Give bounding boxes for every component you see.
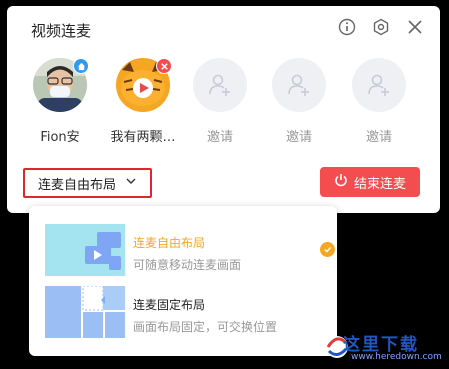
avatar [33, 58, 89, 112]
avatar [116, 58, 172, 112]
layout-dropdown: 连麦自由布局 可随意移动连麦画面 连麦固定布局 画面布局固定，可交换位置 [29, 206, 337, 356]
option-free-layout[interactable]: 连麦自由布局 可随意移动连麦画面 [45, 224, 335, 276]
remove-icon[interactable] [156, 58, 172, 74]
option-desc: 可随意移动连麦画面 [133, 258, 242, 272]
close-icon[interactable] [406, 18, 424, 36]
invite-label: 邀请 [365, 130, 392, 145]
check-icon [320, 242, 335, 257]
watermark-url: www.heredown.com [351, 352, 442, 362]
end-linkmic-button[interactable]: 结束连麦 [320, 167, 420, 197]
invite-slot[interactable]: 邀请 [188, 58, 252, 145]
end-button-label: 结束连麦 [353, 176, 406, 192]
option-desc: 画面布局固定，可交换位置 [133, 320, 278, 334]
option-title: 连麦固定布局 [133, 298, 206, 312]
dialog-title: 视频连麦 [31, 22, 92, 40]
info-icon[interactable] [338, 18, 356, 36]
add-user-icon [352, 58, 406, 112]
member-fion[interactable]: Fion安 [28, 58, 92, 145]
add-user-icon [193, 58, 247, 112]
invite-slot[interactable]: 邀请 [347, 58, 411, 145]
chevron-down-icon [125, 175, 137, 191]
member-name: 我有两颗… [110, 130, 176, 145]
gear-icon[interactable] [372, 18, 390, 36]
home-icon [73, 58, 89, 74]
member-2[interactable]: 我有两颗… [110, 58, 176, 145]
member-name: Fion安 [40, 130, 80, 145]
free-layout-thumbnail [45, 224, 125, 276]
layout-select[interactable]: 连麦自由布局 [23, 168, 152, 198]
option-fixed-layout[interactable]: 连麦固定布局 画面布局固定，可交换位置 [45, 286, 335, 338]
power-icon [334, 173, 348, 191]
fixed-layout-thumbnail [45, 286, 125, 338]
invite-slot[interactable]: 邀请 [267, 58, 331, 145]
invite-label: 邀请 [206, 130, 233, 145]
option-title: 连麦自由布局 [133, 236, 206, 250]
add-user-icon [272, 58, 326, 112]
layout-select-label: 连麦自由布局 [37, 177, 116, 193]
invite-label: 邀请 [285, 130, 312, 145]
